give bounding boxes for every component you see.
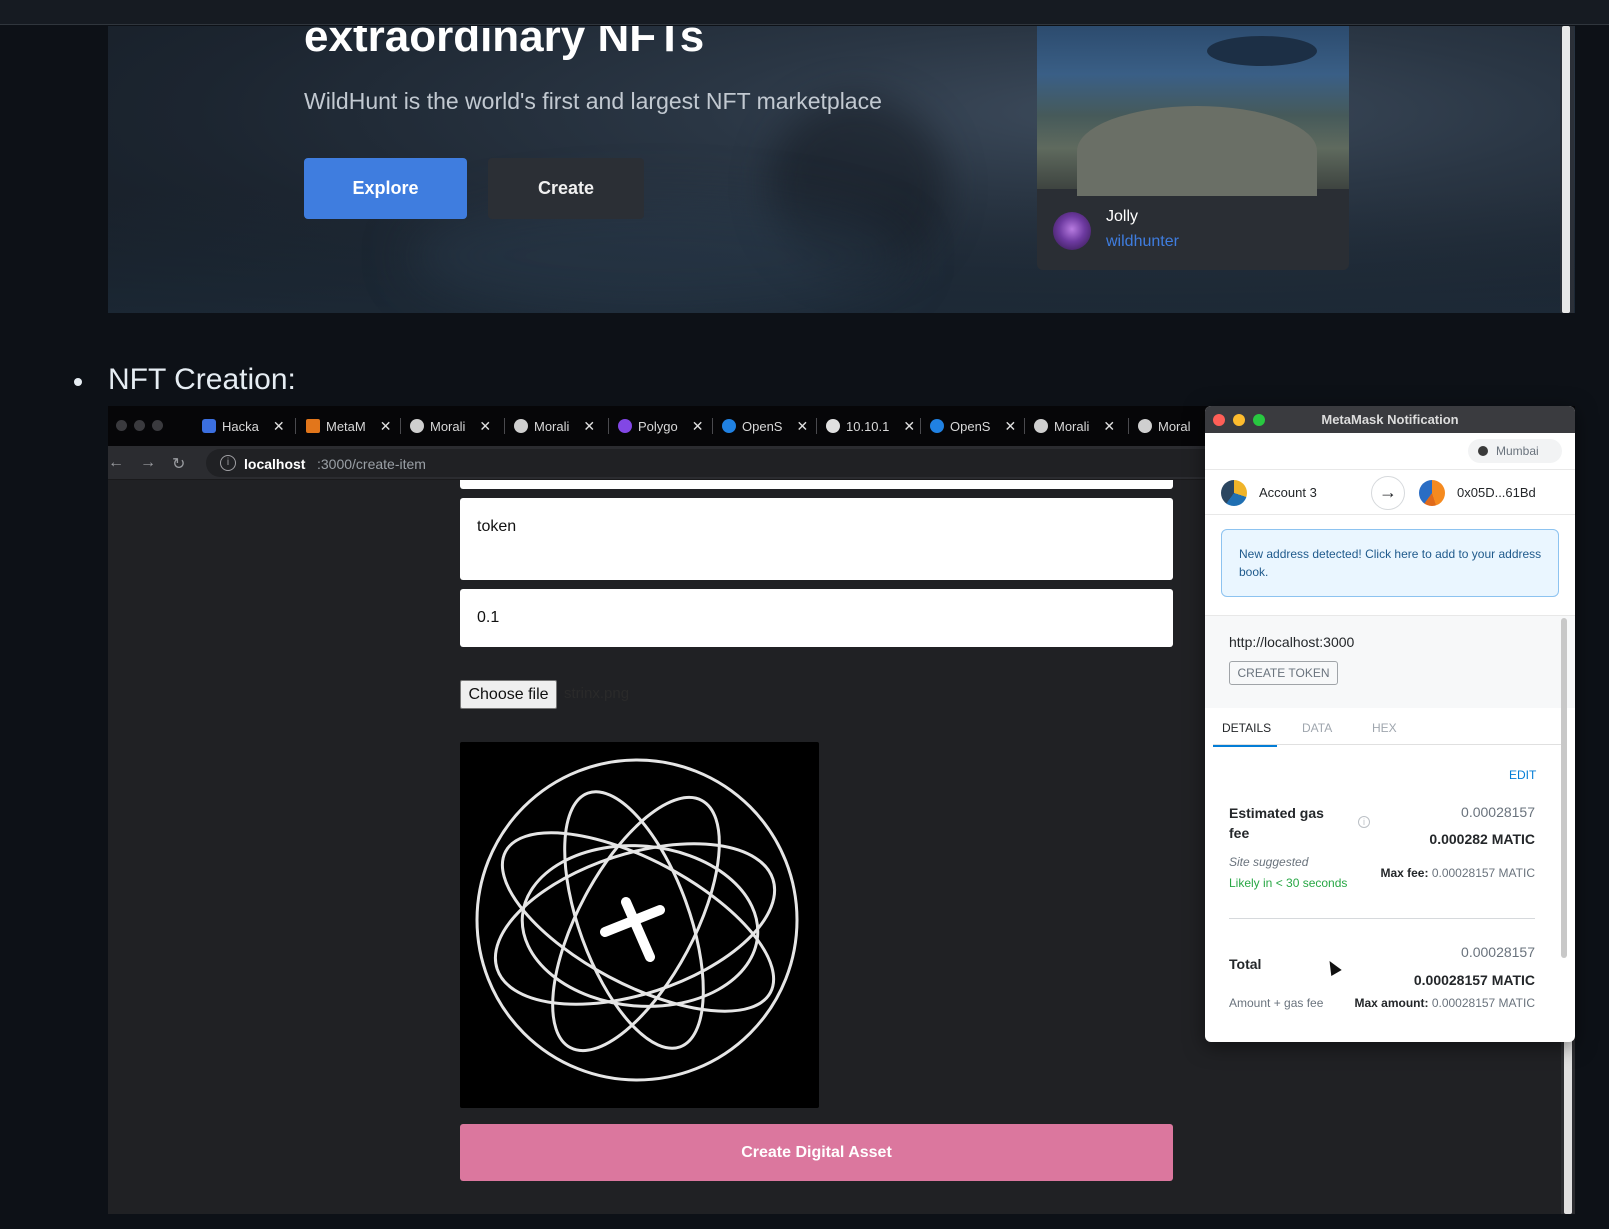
- section-heading: NFT Creation:: [108, 363, 296, 396]
- total-primary: 0.00028157 MATIC: [1413, 972, 1535, 988]
- forward-icon[interactable]: →: [140, 454, 156, 472]
- gas-fee-secondary: 0.00028157: [1461, 804, 1535, 820]
- method-badge: CREATE TOKEN: [1229, 661, 1338, 685]
- to-account-avatar: [1419, 480, 1445, 506]
- selected-file-name: strinx.png: [564, 685, 630, 702]
- browser-tab[interactable]: Polygo ✕: [618, 414, 703, 438]
- amount-gas-label: Amount + gas fee: [1229, 996, 1324, 1010]
- moralis-icon: [1138, 419, 1152, 433]
- browser-tab[interactable]: OpenS ✕: [930, 414, 1016, 438]
- tab-data[interactable]: DATA: [1302, 721, 1332, 735]
- nft-card-username-link[interactable]: wildhunter: [1106, 233, 1179, 251]
- close-tab-icon[interactable]: ✕: [796, 418, 808, 435]
- site-suggested-label: Site suggested: [1229, 855, 1309, 869]
- new-address-notice[interactable]: New address detected! Click here to add …: [1221, 529, 1559, 597]
- close-tab-icon[interactable]: ✕: [273, 418, 285, 435]
- globe-icon: [826, 419, 840, 433]
- gas-fee-primary: 0.000282 MATIC: [1429, 831, 1535, 847]
- browser-tab[interactable]: Morali ✕: [410, 414, 491, 438]
- atom-artwork-icon: [475, 758, 799, 1082]
- active-tab-indicator: [1213, 745, 1277, 747]
- max-amount-row: Max amount: 0.00028157 MATIC: [1354, 996, 1535, 1010]
- choose-file-button[interactable]: Choose file: [460, 680, 557, 709]
- close-tab-icon[interactable]: ✕: [380, 418, 392, 435]
- network-selector[interactable]: Mumbai: [1468, 439, 1562, 463]
- moralis-icon: [514, 419, 528, 433]
- hero-subtitle: WildHunt is the world's first and larges…: [304, 88, 882, 114]
- window-minimize-dot[interactable]: [134, 420, 145, 431]
- reload-icon[interactable]: ↻: [172, 454, 185, 474]
- hero-title: extraordinary NFTs: [304, 26, 705, 61]
- to-address[interactable]: 0x05D...61Bd: [1457, 485, 1536, 500]
- create-digital-asset-button[interactable]: Create Digital Asset: [460, 1124, 1173, 1181]
- moralis-icon: [1034, 419, 1048, 433]
- avatar: [1053, 212, 1091, 250]
- nft-card-image: [1037, 26, 1349, 196]
- browser-tab[interactable]: OpenS ✕: [722, 414, 808, 438]
- from-account-avatar: [1221, 480, 1247, 506]
- browser-tab[interactable]: Moral: [1138, 414, 1191, 438]
- close-tab-icon[interactable]: ✕: [1103, 418, 1115, 435]
- explore-button[interactable]: Explore: [304, 158, 467, 219]
- origin-url: http://localhost:3000: [1229, 634, 1355, 650]
- account-transfer-row: Account 3 → 0x05D...61Bd: [1205, 469, 1575, 515]
- metamask-fox-icon: [306, 419, 320, 433]
- opensea-icon: [930, 419, 944, 433]
- browser-tab[interactable]: Morali ✕: [514, 414, 595, 438]
- url-path: :3000/create-item: [317, 456, 426, 472]
- close-tab-icon[interactable]: ✕: [692, 418, 704, 435]
- browser-tab[interactable]: 10.10.1 ✕: [826, 414, 915, 438]
- network-status-icon: [1478, 446, 1488, 456]
- browser-tab[interactable]: Morali ✕: [1034, 414, 1115, 438]
- close-tab-icon[interactable]: ✕: [903, 418, 915, 435]
- max-fee-row: Max fee: 0.00028157 MATIC: [1380, 866, 1535, 880]
- close-tab-icon[interactable]: ✕: [583, 418, 595, 435]
- create-button[interactable]: Create: [488, 158, 644, 219]
- bullet-dot: [74, 378, 82, 386]
- metamask-titlebar: MetaMask Notification: [1205, 406, 1575, 433]
- close-tab-icon[interactable]: ✕: [479, 418, 491, 435]
- description-textarea[interactable]: token: [460, 498, 1173, 580]
- window-zoom-dot[interactable]: [152, 420, 163, 431]
- hero-screenshot: extraordinary NFTs WildHunt is the world…: [108, 26, 1575, 313]
- site-info-icon[interactable]: i: [220, 455, 236, 471]
- tab-hex[interactable]: HEX: [1372, 721, 1397, 735]
- details-tabs: DETAILS DATA HEX: [1213, 711, 1561, 745]
- top-bar: [0, 0, 1609, 25]
- back-icon[interactable]: ←: [108, 454, 124, 472]
- arrow-right-icon: →: [1371, 476, 1405, 510]
- metamask-notification-window: MetaMask Notification Mumbai Account 3 →…: [1205, 406, 1575, 1042]
- total-label: Total: [1229, 956, 1262, 972]
- origin-section: http://localhost:3000 CREATE TOKEN: [1205, 615, 1575, 708]
- nft-card-name: Jolly: [1106, 208, 1139, 225]
- info-icon[interactable]: i: [1358, 816, 1370, 828]
- hero-scrollbar[interactable]: [1560, 26, 1574, 313]
- metamask-scrollbar[interactable]: [1561, 618, 1567, 958]
- tab-details[interactable]: DETAILS: [1222, 721, 1271, 735]
- nft-preview-image: [460, 742, 819, 1108]
- browser-tab[interactable]: MetaM ✕: [306, 414, 391, 438]
- moralis-icon: [410, 419, 424, 433]
- opensea-icon: [722, 419, 736, 433]
- from-account-name[interactable]: Account 3: [1259, 485, 1317, 500]
- close-tab-icon[interactable]: ✕: [1004, 418, 1016, 435]
- total-secondary: 0.00028157: [1461, 944, 1535, 960]
- url-host: localhost: [244, 456, 306, 472]
- edit-link[interactable]: EDIT: [1509, 768, 1536, 782]
- metamask-window-title: MetaMask Notification: [1321, 412, 1459, 427]
- price-input[interactable]: 0.1: [460, 589, 1173, 647]
- hackathon-icon: [202, 419, 216, 433]
- likely-time-label: Likely in < 30 seconds: [1229, 876, 1348, 890]
- gas-fee-label: Estimated gas fee: [1229, 805, 1324, 841]
- polygon-icon: [618, 419, 632, 433]
- nft-card[interactable]: Jolly wildhunter: [1037, 26, 1349, 270]
- browser-tab[interactable]: Hacka ✕: [202, 414, 285, 438]
- divider: [1229, 918, 1535, 919]
- name-field[interactable]: [460, 480, 1173, 489]
- window-close-dot[interactable]: [116, 420, 127, 431]
